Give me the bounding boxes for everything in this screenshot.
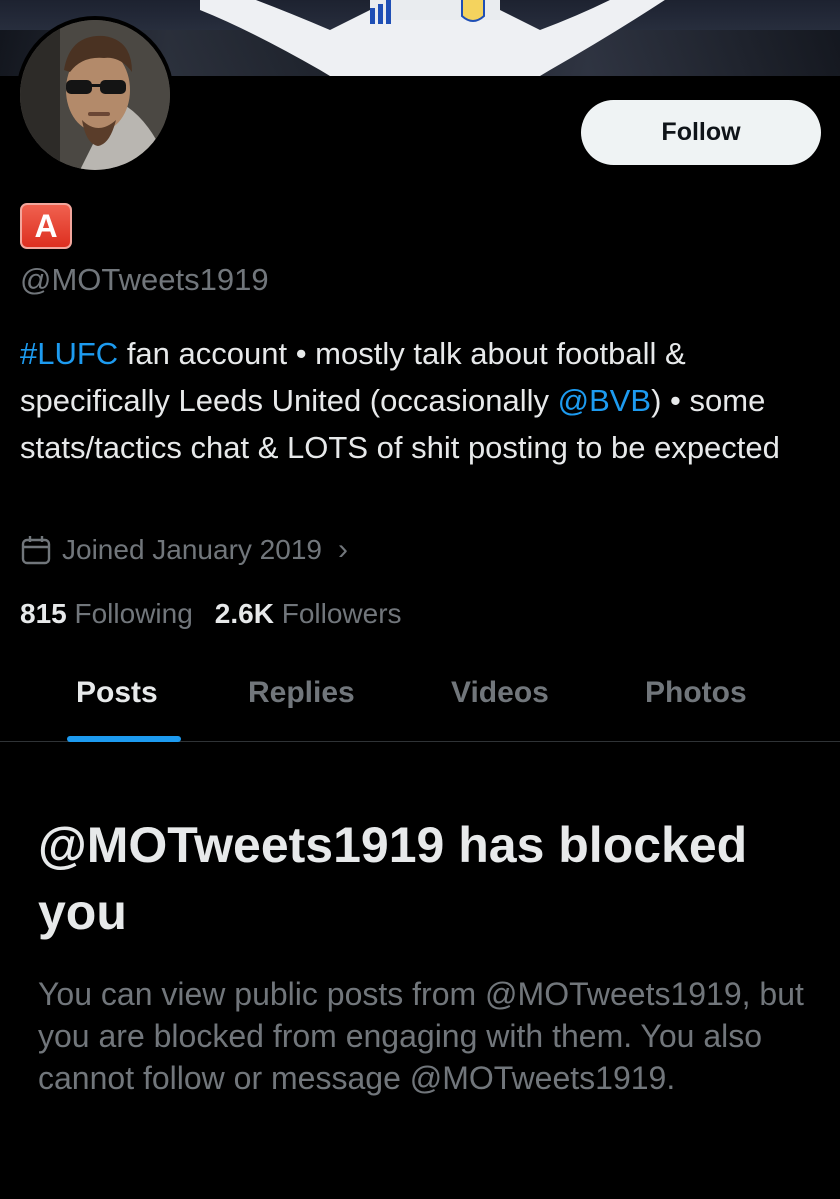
banner-player-image bbox=[200, 0, 665, 76]
following-count: 815 bbox=[20, 598, 67, 629]
followers-count: 2.6K bbox=[214, 598, 274, 629]
bio-hashtag-link[interactable]: #LUFC bbox=[20, 336, 118, 371]
followers-label: Followers bbox=[281, 598, 402, 629]
tab-photos[interactable]: Photos bbox=[645, 676, 747, 710]
chevron-right-icon: › bbox=[337, 533, 348, 566]
profile-tabs: Posts Replies Videos Photos bbox=[0, 670, 840, 742]
name-emoji-badge: A bbox=[20, 203, 72, 249]
follow-button[interactable]: Follow bbox=[581, 100, 821, 165]
active-tab-indicator bbox=[67, 736, 181, 742]
following-label: Following bbox=[74, 598, 193, 629]
profile-bio: #LUFC fan account • mostly talk about fo… bbox=[20, 330, 830, 471]
tab-videos[interactable]: Videos bbox=[451, 676, 549, 710]
blocked-title: @MOTweets1919 has blocked you bbox=[38, 817, 748, 940]
bio-mention-link[interactable]: @BVB bbox=[558, 383, 652, 418]
tab-replies[interactable]: Replies bbox=[248, 676, 355, 710]
profile-avatar[interactable] bbox=[16, 16, 174, 174]
avatar-photo bbox=[20, 20, 170, 170]
profile-handle: @MOTweets1919 bbox=[20, 262, 269, 297]
followers-stat[interactable]: 2.6K Followers bbox=[215, 598, 402, 630]
joined-label: Joined January 2019 bbox=[62, 534, 322, 565]
blocked-description: You can view public posts from @MOTweets… bbox=[38, 976, 804, 1096]
calendar-icon bbox=[21, 536, 51, 565]
joined-date[interactable]: Joined January 2019 › bbox=[20, 533, 348, 567]
follow-stats: 815 Following 2.6K Followers bbox=[20, 598, 402, 630]
following-stat[interactable]: 815 Following bbox=[20, 598, 193, 630]
tab-posts[interactable]: Posts bbox=[76, 676, 158, 710]
